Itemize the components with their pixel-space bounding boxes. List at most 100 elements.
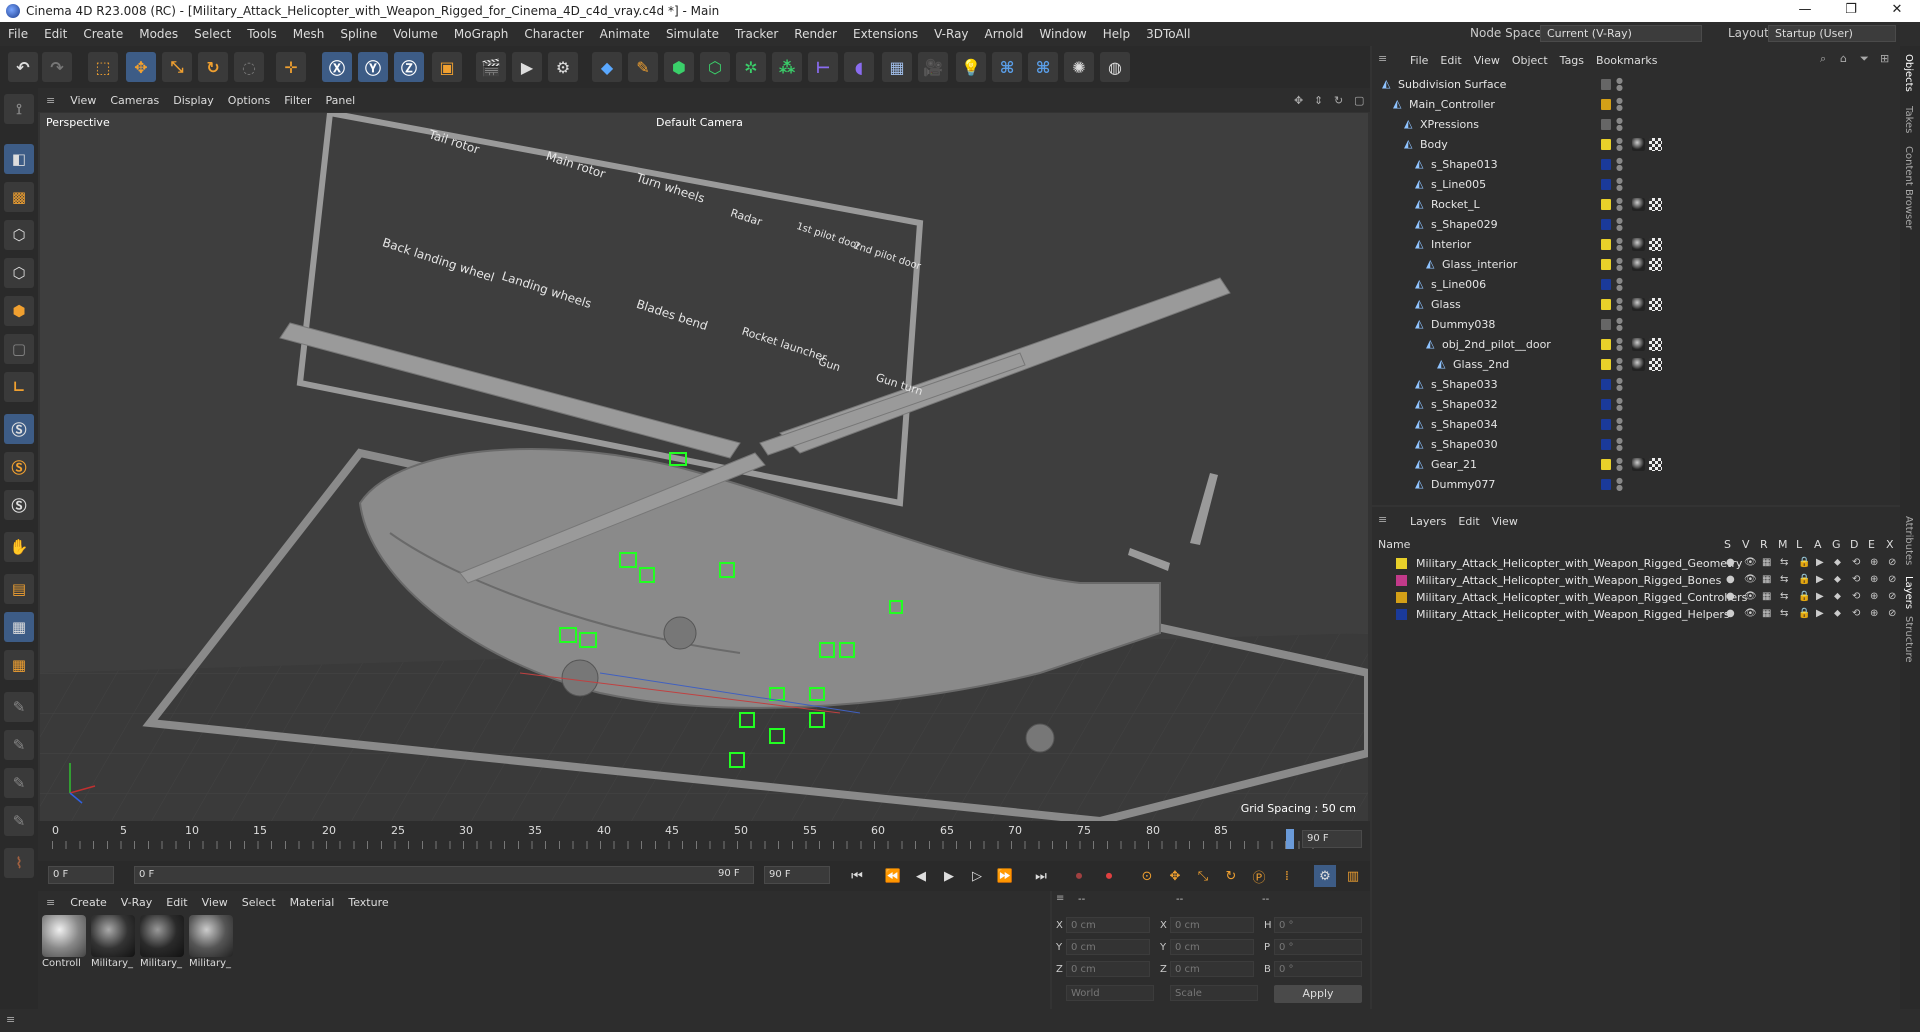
visibility-dots-icon[interactable]: ● ● <box>1616 237 1623 252</box>
filter-icon[interactable]: ⏷ <box>1860 52 1869 66</box>
3d-viewport[interactable]: Tail rotor Main rotor Turn wheels Radar … <box>40 113 1368 821</box>
start-frame-field[interactable]: 0 F <box>48 866 114 884</box>
layer-name[interactable]: Military_Attack_Helicopter_with_Weapon_R… <box>1416 557 1742 570</box>
object-name[interactable]: Dummy038 <box>1431 318 1495 331</box>
viewport-menu-filter[interactable]: Filter <box>277 94 318 107</box>
visibility-dots-icon[interactable]: ● ● <box>1616 377 1623 392</box>
object-row[interactable]: ◭ Subdivision Surface ● ● <box>1376 75 1884 95</box>
material-tag-icon[interactable] <box>1632 238 1645 251</box>
menu-edit[interactable]: Edit <box>36 27 75 41</box>
viewport-rotate-icon[interactable]: ↻ <box>1334 94 1343 107</box>
layer-color-swatch[interactable] <box>1601 379 1611 390</box>
mat-menu-edit[interactable]: Edit <box>159 896 194 909</box>
layer-flag-icon[interactable]: ● <box>1726 608 1735 619</box>
material-tag-icon[interactable] <box>1632 338 1645 351</box>
mat-menu-create[interactable]: Create <box>63 896 114 909</box>
object-name[interactable]: XPressions <box>1420 118 1479 131</box>
menu-create[interactable]: Create <box>75 27 131 41</box>
x-axis-lock-icon[interactable]: Ⓧ <box>322 52 352 82</box>
layer-name[interactable]: Military_Attack_Helicopter_with_Weapon_R… <box>1416 574 1721 587</box>
material-tag-icon[interactable] <box>1632 458 1645 471</box>
locked-workplane-icon[interactable]: ▦ <box>4 612 34 642</box>
object-row[interactable]: ◭ XPressions ● ● <box>1376 115 1884 135</box>
visibility-dots-icon[interactable]: ● ● <box>1616 337 1623 352</box>
layer-flag-icon[interactable]: ⊕ <box>1870 591 1878 602</box>
active-camera-label[interactable]: Default Camera <box>656 116 743 129</box>
python-script-icon[interactable]: ⌘ <box>1028 52 1058 82</box>
material-swatch[interactable] <box>91 915 135 957</box>
layer-color-swatch[interactable] <box>1601 399 1611 410</box>
vray-settings-icon[interactable]: ✺ <box>1064 52 1094 82</box>
autokey-icon[interactable]: ⏺ <box>1098 865 1120 887</box>
hamburger-icon[interactable]: ≡ <box>1378 52 1387 65</box>
visibility-dots-icon[interactable]: ● ● <box>1616 317 1623 332</box>
menu-spline[interactable]: Spline <box>332 27 385 41</box>
layer-flag-icon[interactable]: ▶ <box>1816 608 1824 619</box>
texture-tag-icon[interactable] <box>1649 258 1662 271</box>
layer-flag-icon[interactable]: ● <box>1726 557 1735 568</box>
rotate-tool-icon[interactable]: ↻ <box>198 52 228 82</box>
visibility-dots-icon[interactable]: ● ● <box>1616 97 1623 112</box>
layer-flag-icon[interactable]: ⟲ <box>1852 557 1860 568</box>
menu-tracker[interactable]: Tracker <box>727 27 786 41</box>
menu-arnold[interactable]: Arnold <box>977 27 1032 41</box>
layer-flag-icon[interactable]: 🔒 <box>1798 591 1810 602</box>
menu-mesh[interactable]: Mesh <box>285 27 333 41</box>
layer-flag-icon[interactable]: ⊘ <box>1888 608 1896 619</box>
object-name[interactable]: s_Shape030 <box>1431 438 1498 451</box>
layer-flag-icon[interactable]: ⇆ <box>1780 591 1788 602</box>
size-z-field[interactable]: 0 cm <box>1170 961 1254 977</box>
object-name[interactable]: s_Shape033 <box>1431 378 1498 391</box>
layer-flag-icon[interactable]: ⊘ <box>1888 557 1896 568</box>
node-space-dropdown[interactable]: Current (V-Ray) <box>1540 25 1702 42</box>
python-icon[interactable]: ⌘ <box>992 52 1022 82</box>
uv-mode-icon[interactable]: ▢ <box>4 334 34 364</box>
planar-workplane-icon[interactable]: ▦ <box>4 650 34 680</box>
visibility-dots-icon[interactable]: ● ● <box>1616 137 1623 152</box>
layer-flag-icon[interactable]: ⇆ <box>1780 557 1788 568</box>
floor-icon[interactable]: ▦ <box>882 52 912 82</box>
axis-mode-icon[interactable]: ∟ <box>4 372 34 402</box>
key-parameter-icon[interactable]: Ⓟ <box>1248 865 1270 887</box>
current-frame-field[interactable]: 90 F <box>1302 830 1362 848</box>
side-tab-structure[interactable]: Structure <box>1903 616 1914 663</box>
obj-menu-object[interactable]: Object <box>1506 54 1554 67</box>
object-row[interactable]: ◭ Dummy077 ● ● <box>1376 475 1884 495</box>
menu-help[interactable]: Help <box>1095 27 1138 41</box>
object-name[interactable]: Gear_21 <box>1431 458 1477 471</box>
material-swatch[interactable] <box>189 915 233 957</box>
layer-color-swatch[interactable] <box>1396 592 1407 603</box>
menu-3dtoall[interactable]: 3DToAll <box>1138 27 1198 41</box>
hamburger-icon[interactable]: ≡ <box>38 896 63 909</box>
hamburger-icon[interactable]: ≡ <box>1056 893 1064 904</box>
hamburger-icon[interactable]: ≡ <box>6 1013 15 1026</box>
layer-color-swatch[interactable] <box>1601 219 1611 230</box>
visibility-dots-icon[interactable]: ● ● <box>1616 397 1623 412</box>
object-name[interactable]: s_Shape013 <box>1431 158 1498 171</box>
position-z-field[interactable]: 0 cm <box>1066 961 1150 977</box>
object-row[interactable]: ◭ Interior ● ● <box>1376 235 1884 255</box>
texture-mode-icon[interactable]: ▩ <box>4 182 34 212</box>
object-row[interactable]: ◭ Main_Controller ● ● <box>1376 95 1884 115</box>
cloner-icon[interactable]: ⁂ <box>772 52 802 82</box>
layer-flag-icon[interactable]: 👁 <box>1744 591 1757 602</box>
sculpt-tool-icon[interactable]: ✎ <box>4 768 34 798</box>
texture-tag-icon[interactable] <box>1649 298 1662 311</box>
timeline-ruler[interactable]: 0 5 10 15 20 25 30 35 40 45 50 55 60 65 … <box>38 821 1370 861</box>
object-name[interactable]: Main_Controller <box>1409 98 1495 111</box>
layer-flag-icon[interactable]: 🔒 <box>1798 557 1810 568</box>
layer-color-swatch[interactable] <box>1396 575 1407 586</box>
object-row[interactable]: ◭ Gear_21 ● ● <box>1376 455 1884 475</box>
apply-button[interactable]: Apply <box>1274 985 1362 1003</box>
record-keys-icon[interactable]: ⏺ <box>1068 865 1090 887</box>
layer-color-swatch[interactable] <box>1601 339 1611 350</box>
obj-menu-bookmarks[interactable]: Bookmarks <box>1590 54 1663 67</box>
layer-color-swatch[interactable] <box>1601 359 1611 370</box>
layer-row[interactable]: Military_Attack_Helicopter_with_Weapon_R… <box>1396 607 1896 623</box>
subdivision-surface-icon[interactable]: ⬢ <box>664 52 694 82</box>
snap-icon[interactable]: Ⓢ <box>4 414 34 444</box>
search-icon[interactable]: ⌕ <box>1820 52 1826 66</box>
next-key-icon[interactable]: ⏩ <box>994 865 1016 887</box>
new-window-icon[interactable]: ⊞ <box>1880 52 1889 65</box>
make-editable-icon[interactable]: ⟟ <box>4 94 34 124</box>
